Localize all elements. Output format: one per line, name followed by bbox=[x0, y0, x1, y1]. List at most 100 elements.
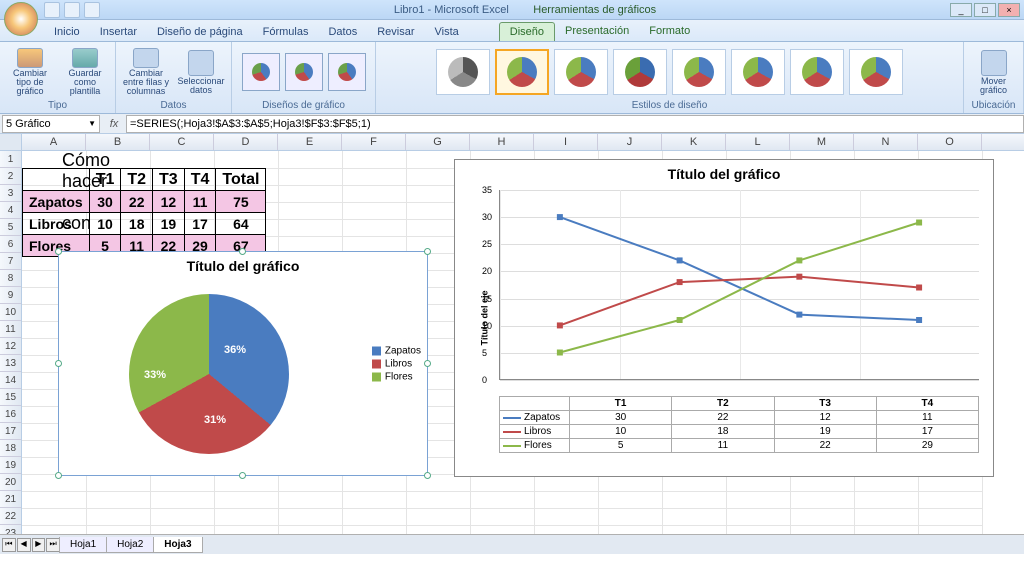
worksheet-grid[interactable]: ABCDEFGHIJKLMNO 123456789101112131415161… bbox=[0, 134, 1024, 554]
line-plot[interactable]: 05101520253035 bbox=[499, 190, 979, 380]
row-header[interactable]: 1 bbox=[0, 151, 21, 168]
row-header[interactable]: 4 bbox=[0, 202, 21, 219]
col-header[interactable]: O bbox=[918, 134, 982, 150]
row-header[interactable]: 15 bbox=[0, 389, 21, 406]
row-header[interactable]: 18 bbox=[0, 440, 21, 457]
style-item[interactable] bbox=[849, 49, 903, 95]
office-button[interactable] bbox=[4, 2, 38, 36]
y-tick: 20 bbox=[482, 266, 492, 276]
style-item[interactable] bbox=[495, 49, 549, 95]
line-chart-data-table: T1T2T3T4Zapatos30221211Libros10181917Flo… bbox=[499, 396, 979, 453]
name-box[interactable]: 5 Gráfico▼ bbox=[2, 115, 100, 133]
select-all-corner[interactable] bbox=[0, 134, 22, 151]
minimize-button[interactable]: _ bbox=[950, 3, 972, 17]
layout-item[interactable] bbox=[328, 53, 366, 91]
sheet-tab[interactable]: Hoja1 bbox=[59, 537, 107, 553]
col-header[interactable]: N bbox=[854, 134, 918, 150]
formula-input[interactable]: =SERIES(;Hoja3!$A$3:$A$5;Hoja3!$F$3:$F$5… bbox=[126, 115, 1024, 133]
row-header[interactable]: 19 bbox=[0, 457, 21, 474]
tab-datos[interactable]: Datos bbox=[318, 23, 367, 41]
tab-nav-next-icon[interactable]: ▶ bbox=[32, 538, 46, 552]
line-chart-title[interactable]: Título del gráfico bbox=[455, 160, 993, 184]
col-header[interactable]: K bbox=[662, 134, 726, 150]
tab-nav-last-icon[interactable]: ⏭ bbox=[46, 538, 60, 552]
switch-row-col-button[interactable]: Cambiar entre filas y columnas bbox=[120, 46, 172, 98]
layout-item[interactable] bbox=[242, 53, 280, 91]
tab-revisar[interactable]: Revisar bbox=[367, 23, 424, 41]
chart-layouts-gallery[interactable] bbox=[236, 44, 371, 100]
layout-item[interactable] bbox=[285, 53, 323, 91]
select-data-button[interactable]: Seleccionar datos bbox=[175, 46, 227, 98]
table-row[interactable]: Libros1018191764 bbox=[23, 213, 266, 235]
style-item[interactable] bbox=[790, 49, 844, 95]
row-header[interactable]: 14 bbox=[0, 372, 21, 389]
qat-save-icon[interactable] bbox=[44, 2, 60, 18]
tab-formato[interactable]: Formato bbox=[639, 22, 700, 41]
row-header[interactable]: 22 bbox=[0, 508, 21, 525]
row-header[interactable]: 3 bbox=[0, 185, 21, 202]
tab-nav-first-icon[interactable]: ⏮ bbox=[2, 538, 16, 552]
legend-item[interactable]: Zapatos bbox=[372, 345, 421, 356]
col-header[interactable]: C bbox=[150, 134, 214, 150]
row-header[interactable]: 9 bbox=[0, 287, 21, 304]
tab-presentacion[interactable]: Presentación bbox=[555, 22, 639, 41]
row-header[interactable]: 17 bbox=[0, 423, 21, 440]
row-header[interactable]: 13 bbox=[0, 355, 21, 372]
col-header[interactable]: B bbox=[86, 134, 150, 150]
qat-undo-icon[interactable] bbox=[64, 2, 80, 18]
row-header[interactable]: 10 bbox=[0, 304, 21, 321]
line-chart[interactable]: Título del gráfico Título del eje 051015… bbox=[454, 159, 994, 477]
style-item[interactable] bbox=[613, 49, 667, 95]
col-header[interactable]: M bbox=[790, 134, 854, 150]
row-header[interactable]: 5 bbox=[0, 219, 21, 236]
legend-item[interactable]: Flores bbox=[372, 371, 421, 382]
sheet-tab[interactable]: Hoja2 bbox=[106, 537, 154, 553]
tab-inicio[interactable]: Inicio bbox=[44, 23, 90, 41]
col-header[interactable]: H bbox=[470, 134, 534, 150]
col-header[interactable]: A bbox=[22, 134, 86, 150]
style-item[interactable] bbox=[672, 49, 726, 95]
maximize-button[interactable]: □ bbox=[974, 3, 996, 17]
row-header[interactable]: 21 bbox=[0, 491, 21, 508]
col-header[interactable]: L bbox=[726, 134, 790, 150]
style-item[interactable] bbox=[554, 49, 608, 95]
pie-plot[interactable]: 36%31%33% bbox=[129, 294, 289, 454]
tab-formulas[interactable]: Fórmulas bbox=[253, 23, 319, 41]
col-header[interactable]: D bbox=[214, 134, 278, 150]
row-header[interactable]: 7 bbox=[0, 253, 21, 270]
row-header[interactable]: 2 bbox=[0, 168, 21, 185]
y-tick: 35 bbox=[482, 185, 492, 195]
col-header[interactable]: J bbox=[598, 134, 662, 150]
tab-insertar[interactable]: Insertar bbox=[90, 23, 147, 41]
tab-nav-prev-icon[interactable]: ◀ bbox=[17, 538, 31, 552]
close-button[interactable]: × bbox=[998, 3, 1020, 17]
tab-diseno-pagina[interactable]: Diseño de página bbox=[147, 23, 253, 41]
change-chart-type-button[interactable]: Cambiar tipo de gráfico bbox=[4, 46, 56, 98]
y-tick: 5 bbox=[482, 348, 487, 358]
col-header[interactable]: F bbox=[342, 134, 406, 150]
save-template-button[interactable]: Guardar como plantilla bbox=[59, 46, 111, 98]
col-header[interactable]: E bbox=[278, 134, 342, 150]
row-header[interactable]: 8 bbox=[0, 270, 21, 287]
row-header[interactable]: 12 bbox=[0, 338, 21, 355]
table-row[interactable]: Zapatos3022121175 bbox=[23, 191, 266, 213]
row-header[interactable]: 11 bbox=[0, 321, 21, 338]
pie-legend[interactable]: Zapatos Libros Flores bbox=[372, 343, 421, 384]
row-header[interactable]: 20 bbox=[0, 474, 21, 491]
pie-chart[interactable]: Título del gráfico 36%31%33% Zapatos Libr… bbox=[58, 251, 428, 476]
tab-diseno[interactable]: Diseño bbox=[499, 22, 555, 41]
sheet-tab[interactable]: Hoja3 bbox=[153, 537, 202, 553]
tab-vista[interactable]: Vista bbox=[425, 23, 469, 41]
chart-styles-gallery[interactable] bbox=[380, 44, 959, 100]
qat-redo-icon[interactable] bbox=[84, 2, 100, 18]
legend-item[interactable]: Libros bbox=[372, 358, 421, 369]
col-header[interactable]: I bbox=[534, 134, 598, 150]
col-header[interactable]: G bbox=[406, 134, 470, 150]
style-item[interactable] bbox=[731, 49, 785, 95]
row-header[interactable]: 6 bbox=[0, 236, 21, 253]
pie-chart-title[interactable]: Título del gráfico bbox=[59, 252, 427, 276]
style-item[interactable] bbox=[436, 49, 490, 95]
move-chart-button[interactable]: Mover gráfico bbox=[968, 46, 1019, 98]
fx-icon[interactable]: fx bbox=[102, 118, 126, 130]
row-header[interactable]: 16 bbox=[0, 406, 21, 423]
